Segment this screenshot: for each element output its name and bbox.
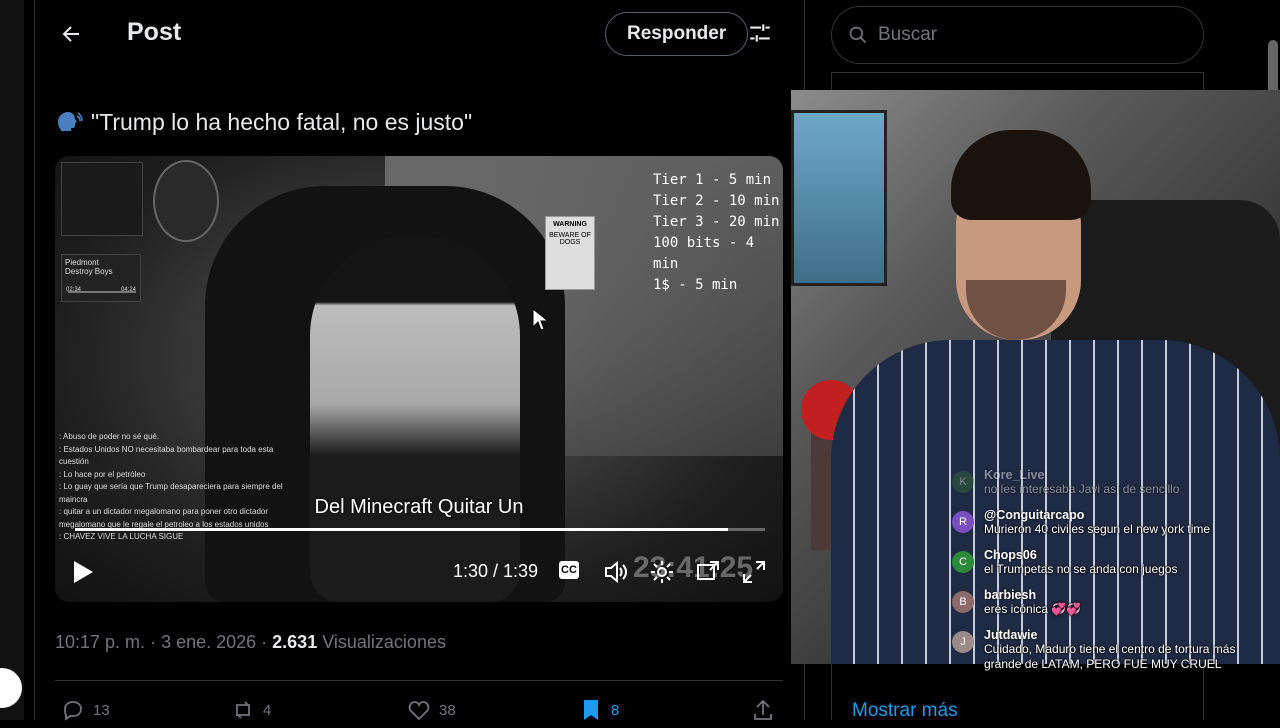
chat-message: K Kore_Live no les interesaba Javi así de … bbox=[952, 468, 1272, 497]
chat-message: J Jutdawie Cuidado, Maduro tiene el centro… bbox=[952, 628, 1272, 672]
fullscreen-icon[interactable] bbox=[741, 559, 767, 585]
chat-avatar: J bbox=[952, 631, 974, 653]
bookmark-count: 8 bbox=[611, 701, 620, 719]
post-body-text: "Trump lo ha hecho fatal, no es justo" bbox=[91, 108, 473, 135]
play-icon[interactable] bbox=[71, 559, 95, 585]
stream-chat-line: : CHAVEZ VIVE LA LUCHA SIGUE bbox=[59, 532, 184, 541]
post-text: "Trump lo ha hecho fatal, no es justo" bbox=[55, 108, 472, 136]
search-box[interactable] bbox=[831, 6, 1204, 64]
search-input[interactable] bbox=[876, 23, 1170, 47]
music-total: 04:24 bbox=[120, 287, 136, 293]
like-action[interactable]: 38 bbox=[407, 698, 456, 722]
chat-username: Kore_Live bbox=[984, 468, 1045, 482]
chat-text: Murieron 40 civiles segun el new york ti… bbox=[984, 522, 1211, 536]
chat-username: @Conguitarcapo bbox=[984, 508, 1085, 522]
video-streamer bbox=[310, 236, 520, 602]
chat-username: barbiesh bbox=[984, 588, 1037, 602]
meta-divider bbox=[55, 680, 783, 681]
video-time: 1:30 / 1:39 bbox=[453, 561, 539, 581]
post-date[interactable]: 3 ene. 2026 bbox=[161, 632, 256, 652]
chat-message: Bbarbiesh eres icónica 💞💞 bbox=[952, 588, 1272, 617]
warning-sign: WARNING BEWARE OF DOGS bbox=[545, 216, 595, 290]
chat-avatar: K bbox=[952, 471, 974, 493]
stream-chat-line: : Abuso de poder no sé qué. bbox=[59, 432, 160, 441]
share-upload-icon bbox=[754, 699, 772, 720]
stream-chat-overlay: : Abuso de poder no sé qué. : Estados Un… bbox=[59, 431, 299, 544]
webcam-monitor bbox=[791, 110, 887, 286]
stream-chat-line: : Estados Unidos NO necesitaba bombardea… bbox=[59, 444, 274, 467]
heart-icon bbox=[408, 701, 430, 721]
account-avatar[interactable] bbox=[0, 668, 22, 708]
settings-gear-icon[interactable] bbox=[649, 559, 675, 585]
bookmark-action[interactable]: 8 bbox=[579, 698, 619, 722]
mouse-cursor-icon bbox=[532, 308, 548, 331]
search-icon bbox=[849, 26, 867, 44]
chat-avatar: C bbox=[952, 551, 974, 573]
captions-button[interactable]: CC bbox=[559, 561, 579, 579]
chat-text: eres icónica 💞💞 bbox=[984, 602, 1082, 616]
chat-text: no les interesaba Javi así de sencillo bbox=[984, 482, 1180, 496]
left-rail bbox=[0, 0, 24, 720]
warning-sign-text: BEWARE OF DOGS bbox=[549, 232, 591, 246]
tier-line: Tier 1 - 5 min bbox=[653, 172, 772, 188]
share-action[interactable] bbox=[751, 698, 775, 722]
page-title: Post bbox=[127, 18, 182, 46]
warning-sign-title: WARNING bbox=[553, 221, 587, 228]
chat-username: Chops06 bbox=[984, 548, 1037, 562]
chat-avatar: R bbox=[952, 511, 974, 533]
reply-count: 13 bbox=[93, 701, 110, 719]
chat-message: R @Conguitarcapo Murieron 40 civiles segun… bbox=[952, 508, 1272, 537]
video-progress-fill bbox=[75, 528, 729, 531]
reply-button[interactable]: Responder bbox=[605, 12, 749, 56]
music-widget: Piedmont Destroy Boys 02:34 04:24 bbox=[61, 254, 141, 302]
column-divider-left bbox=[34, 0, 35, 720]
tier-line: Tier 2 - 10 min bbox=[653, 193, 780, 209]
music-artist: Destroy Boys bbox=[65, 267, 113, 276]
chat-username: Jutdawie bbox=[984, 628, 1038, 642]
live-chat: K Kore_Live no les interesaba Javi así de … bbox=[952, 468, 1272, 683]
music-elapsed: 02:34 bbox=[66, 287, 82, 293]
back-arrow-icon bbox=[62, 26, 79, 42]
video-subtitle: Del Minecraft Quitar Un bbox=[314, 496, 524, 518]
tier-line: 1$ - 5 min bbox=[653, 277, 738, 293]
music-song: Piedmont bbox=[65, 258, 99, 267]
chat-text: Cuidado, Maduro tiene el centro de tortu… bbox=[984, 642, 1236, 671]
chat-text: el Trumpetas no se anda con juegos bbox=[984, 562, 1178, 576]
picture-in-picture-icon[interactable] bbox=[695, 559, 721, 585]
chat-message: C Chops06 el Trumpetas no se anda con jueg… bbox=[952, 548, 1272, 577]
volume-icon[interactable] bbox=[603, 559, 629, 585]
views-label: Visualizaciones bbox=[322, 632, 446, 652]
tier-line: Tier 3 - 20 min bbox=[653, 214, 780, 230]
video-player[interactable]: Piedmont Destroy Boys 02:34 04:24 WARNIN… bbox=[55, 156, 783, 602]
stream-chat-line: : Lo hace por el petróleo bbox=[59, 469, 146, 479]
webcam-streamer-hair bbox=[951, 130, 1091, 220]
reply-action[interactable]: 13 bbox=[61, 698, 110, 722]
stream-overlay-badge bbox=[153, 160, 219, 242]
post-header: Post Responder bbox=[35, 0, 804, 72]
repost-icon bbox=[235, 701, 251, 719]
repost-action[interactable]: 4 bbox=[231, 698, 271, 722]
back-button[interactable] bbox=[55, 18, 87, 50]
tier-line: 100 bits - 4 min bbox=[653, 235, 755, 272]
chat-avatar: B bbox=[952, 591, 974, 613]
stream-overlay-panel bbox=[61, 162, 143, 236]
show-more-link[interactable]: Mostrar más bbox=[852, 700, 958, 722]
post-actions: 13 4 38 8 bbox=[55, 698, 783, 728]
tier-list: Tier 1 - 5 min Tier 2 - 10 min Tier 3 - … bbox=[653, 170, 783, 296]
video-progress-bar[interactable] bbox=[75, 528, 765, 531]
post-meta: 10:17 p. m. · 3 ene. 2026 · 2.631 Visual… bbox=[55, 632, 446, 652]
video-controls: 1:30 / 1:39 CC 23:41:25 bbox=[55, 551, 783, 593]
reply-bubble-icon bbox=[64, 701, 82, 721]
like-count: 38 bbox=[439, 701, 456, 719]
views-count: 2.631 bbox=[272, 632, 318, 652]
post-time[interactable]: 10:17 p. m. bbox=[55, 632, 145, 652]
repost-count: 4 bbox=[263, 701, 272, 719]
bookmark-icon bbox=[584, 700, 598, 720]
sliders-icon[interactable] bbox=[747, 20, 773, 46]
speaking-head-icon bbox=[58, 112, 83, 131]
